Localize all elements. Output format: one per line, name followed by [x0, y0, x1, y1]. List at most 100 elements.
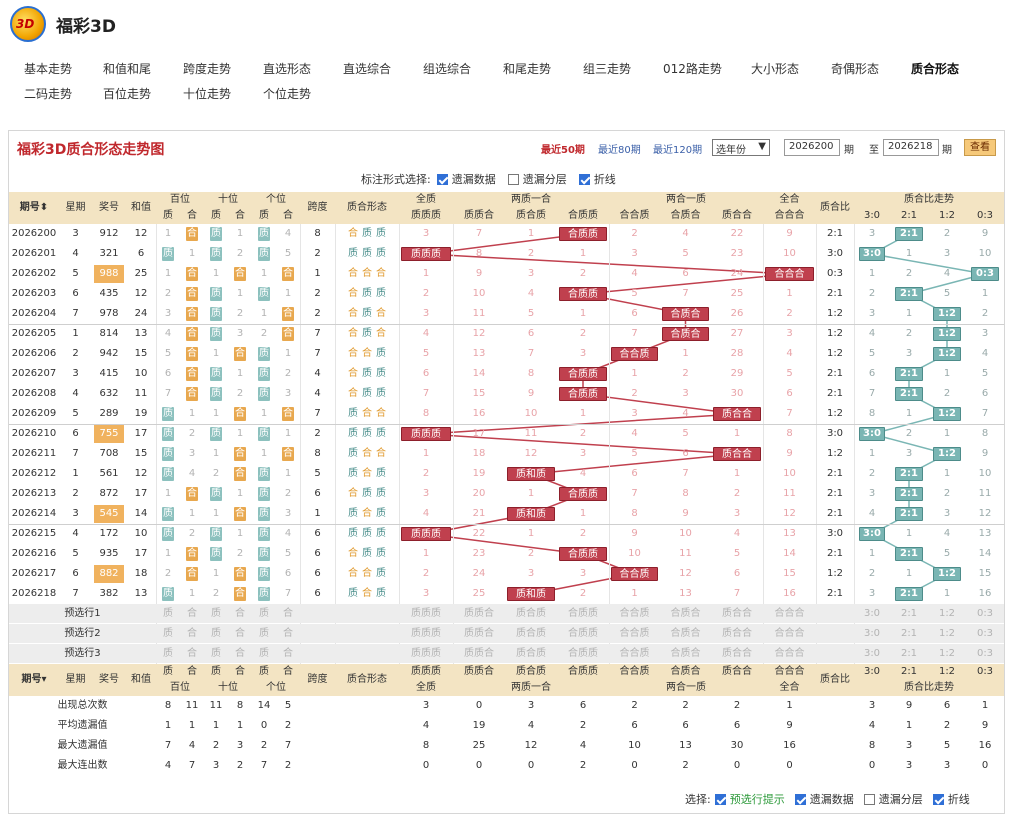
preselect-pos[interactable]: 合 [228, 624, 252, 644]
preselect-trend[interactable]: 1:2 [928, 644, 966, 664]
logo-icon[interactable]: 3D [10, 6, 46, 42]
mark-opt-1-checkbox[interactable] [507, 173, 519, 185]
range-80-link[interactable]: 最近80期 [598, 141, 641, 156]
preselect-trend[interactable]: 2:1 [890, 604, 928, 624]
header-ratio: 质合比 [816, 664, 854, 696]
row-pos-prime: 质 [258, 347, 270, 361]
header-period[interactable]: 期号⬍ [9, 192, 59, 224]
preselect-shape[interactable]: 合质质 [557, 644, 609, 664]
nav-link-8[interactable]: 012路走势 [663, 60, 722, 77]
preselect-shape[interactable]: 质质质 [399, 604, 453, 624]
preselect-trend[interactable]: 3:0 [854, 624, 890, 644]
preselect-pos[interactable]: 合 [276, 604, 300, 624]
preselect-pos[interactable]: 质 [252, 624, 276, 644]
header-period[interactable]: 期号▾ [9, 664, 59, 696]
preselect-shape[interactable]: 质质合 [453, 644, 505, 664]
preselect-trend[interactable]: 2:1 [890, 624, 928, 644]
range-120-link[interactable]: 最近120期 [653, 141, 702, 156]
mark-opt-0-checkbox[interactable] [436, 173, 448, 185]
preselect-trend[interactable]: 1:2 [928, 604, 966, 624]
preselect-pos[interactable]: 质 [204, 624, 228, 644]
nav-link-6[interactable]: 和尾走势 [503, 60, 551, 77]
nav-link-15[interactable]: 个位走势 [263, 85, 311, 102]
preselect-shape[interactable]: 合合质 [609, 624, 660, 644]
nav-link-13[interactable]: 百位走势 [103, 85, 151, 102]
preselect-shape[interactable]: 合质质 [557, 604, 609, 624]
preselect-pos[interactable]: 合 [228, 644, 252, 664]
preselect-shape[interactable]: 质合合 [711, 644, 763, 664]
year-select[interactable]: 选年份 ▼ [712, 139, 770, 156]
preselect-shape[interactable]: 合合质 [609, 644, 660, 664]
preselect-shape[interactable]: 合质合 [660, 624, 711, 644]
footer-opt-0[interactable]: 预选行提示 [714, 791, 785, 807]
preselect-pos[interactable]: 合 [180, 644, 204, 664]
preselect-shape[interactable]: 合合合 [763, 604, 816, 624]
nav-link-9[interactable]: 大小形态 [751, 60, 799, 77]
row-trend-miss: 3 [905, 348, 913, 359]
nav-link-1[interactable]: 和值和尾 [103, 60, 151, 77]
footer-opt-2[interactable]: 遗漏分层 [863, 791, 923, 807]
mark-opt-1[interactable]: 遗漏分层 [507, 171, 567, 187]
mark-opt-0[interactable]: 遗漏数据 [436, 171, 496, 187]
preselect-shape[interactable]: 合合合 [763, 624, 816, 644]
from-period-input[interactable]: 2026200 [784, 139, 840, 156]
preselect-shape[interactable]: 质质质 [399, 644, 453, 664]
nav-link-12[interactable]: 二码走势 [24, 85, 72, 102]
preselect-shape[interactable]: 合质合 [660, 644, 711, 664]
footer-opt-0-checkbox[interactable] [714, 793, 726, 805]
preselect-shape[interactable]: 质合质 [505, 644, 557, 664]
preselect-pos[interactable]: 合 [180, 624, 204, 644]
preselect-pos[interactable]: 合 [276, 624, 300, 644]
row-trend-hit: 1:2 [933, 567, 961, 581]
footer-opt-1-checkbox[interactable] [794, 793, 806, 805]
preselect-shape[interactable]: 质质质 [399, 624, 453, 644]
nav-link-2[interactable]: 跨度走势 [183, 60, 231, 77]
row-pos-miss: 3 [284, 508, 292, 519]
footer-opt-1[interactable]: 遗漏数据 [794, 791, 854, 807]
view-button[interactable]: 查看 [964, 139, 996, 156]
preselect-trend[interactable]: 0:3 [966, 604, 1004, 624]
range-50-link[interactable]: 最近50期 [541, 141, 585, 156]
preselect-pos[interactable]: 质 [156, 624, 180, 644]
preselect-shape[interactable]: 质合合 [711, 624, 763, 644]
preselect-shape[interactable]: 质合合 [711, 604, 763, 624]
preselect-shape[interactable]: 质质合 [453, 624, 505, 644]
preselect-shape[interactable]: 合合质 [609, 604, 660, 624]
footer-opt-3[interactable]: 折线 [932, 791, 970, 807]
footer-opt-2-checkbox[interactable] [863, 793, 875, 805]
preselect-pos[interactable]: 合 [180, 604, 204, 624]
nav-link-14[interactable]: 十位走势 [183, 85, 231, 102]
preselect-shape[interactable]: 合质合 [660, 604, 711, 624]
nav-link-10[interactable]: 奇偶形态 [831, 60, 879, 77]
nav-link-7[interactable]: 组三走势 [583, 60, 631, 77]
nav-link-0[interactable]: 基本走势 [24, 60, 72, 77]
mark-opt-2[interactable]: 折线 [578, 171, 616, 187]
preselect-shape[interactable]: 质合质 [505, 604, 557, 624]
preselect-pos[interactable]: 质 [252, 644, 276, 664]
nav-link-5[interactable]: 组选综合 [423, 60, 471, 77]
preselect-pos[interactable]: 质 [252, 604, 276, 624]
preselect-trend[interactable]: 3:0 [854, 644, 890, 664]
preselect-pos[interactable]: 合 [228, 604, 252, 624]
preselect-pos[interactable]: 质 [204, 644, 228, 664]
row-pos-miss: 2 [236, 308, 244, 319]
preselect-trend[interactable]: 1:2 [928, 624, 966, 644]
preselect-trend[interactable]: 0:3 [966, 624, 1004, 644]
preselect-trend[interactable]: 2:1 [890, 644, 928, 664]
preselect-pos[interactable]: 质 [156, 604, 180, 624]
footer-opt-3-checkbox[interactable] [932, 793, 944, 805]
preselect-pos[interactable]: 质 [156, 644, 180, 664]
preselect-shape[interactable]: 质合质 [505, 624, 557, 644]
nav-link-3[interactable]: 直选形态 [263, 60, 311, 77]
mark-opt-2-checkbox[interactable] [578, 173, 590, 185]
to-period-input[interactable]: 2026218 [883, 139, 939, 156]
preselect-shape[interactable]: 合合合 [763, 644, 816, 664]
preselect-shape[interactable]: 质质合 [453, 604, 505, 624]
preselect-pos[interactable]: 合 [276, 644, 300, 664]
nav-link-11[interactable]: 质合形态 [911, 60, 959, 77]
preselect-trend[interactable]: 3:0 [854, 604, 890, 624]
preselect-shape[interactable]: 合质质 [557, 624, 609, 644]
preselect-trend[interactable]: 0:3 [966, 644, 1004, 664]
preselect-pos[interactable]: 质 [204, 604, 228, 624]
nav-link-4[interactable]: 直选综合 [343, 60, 391, 77]
